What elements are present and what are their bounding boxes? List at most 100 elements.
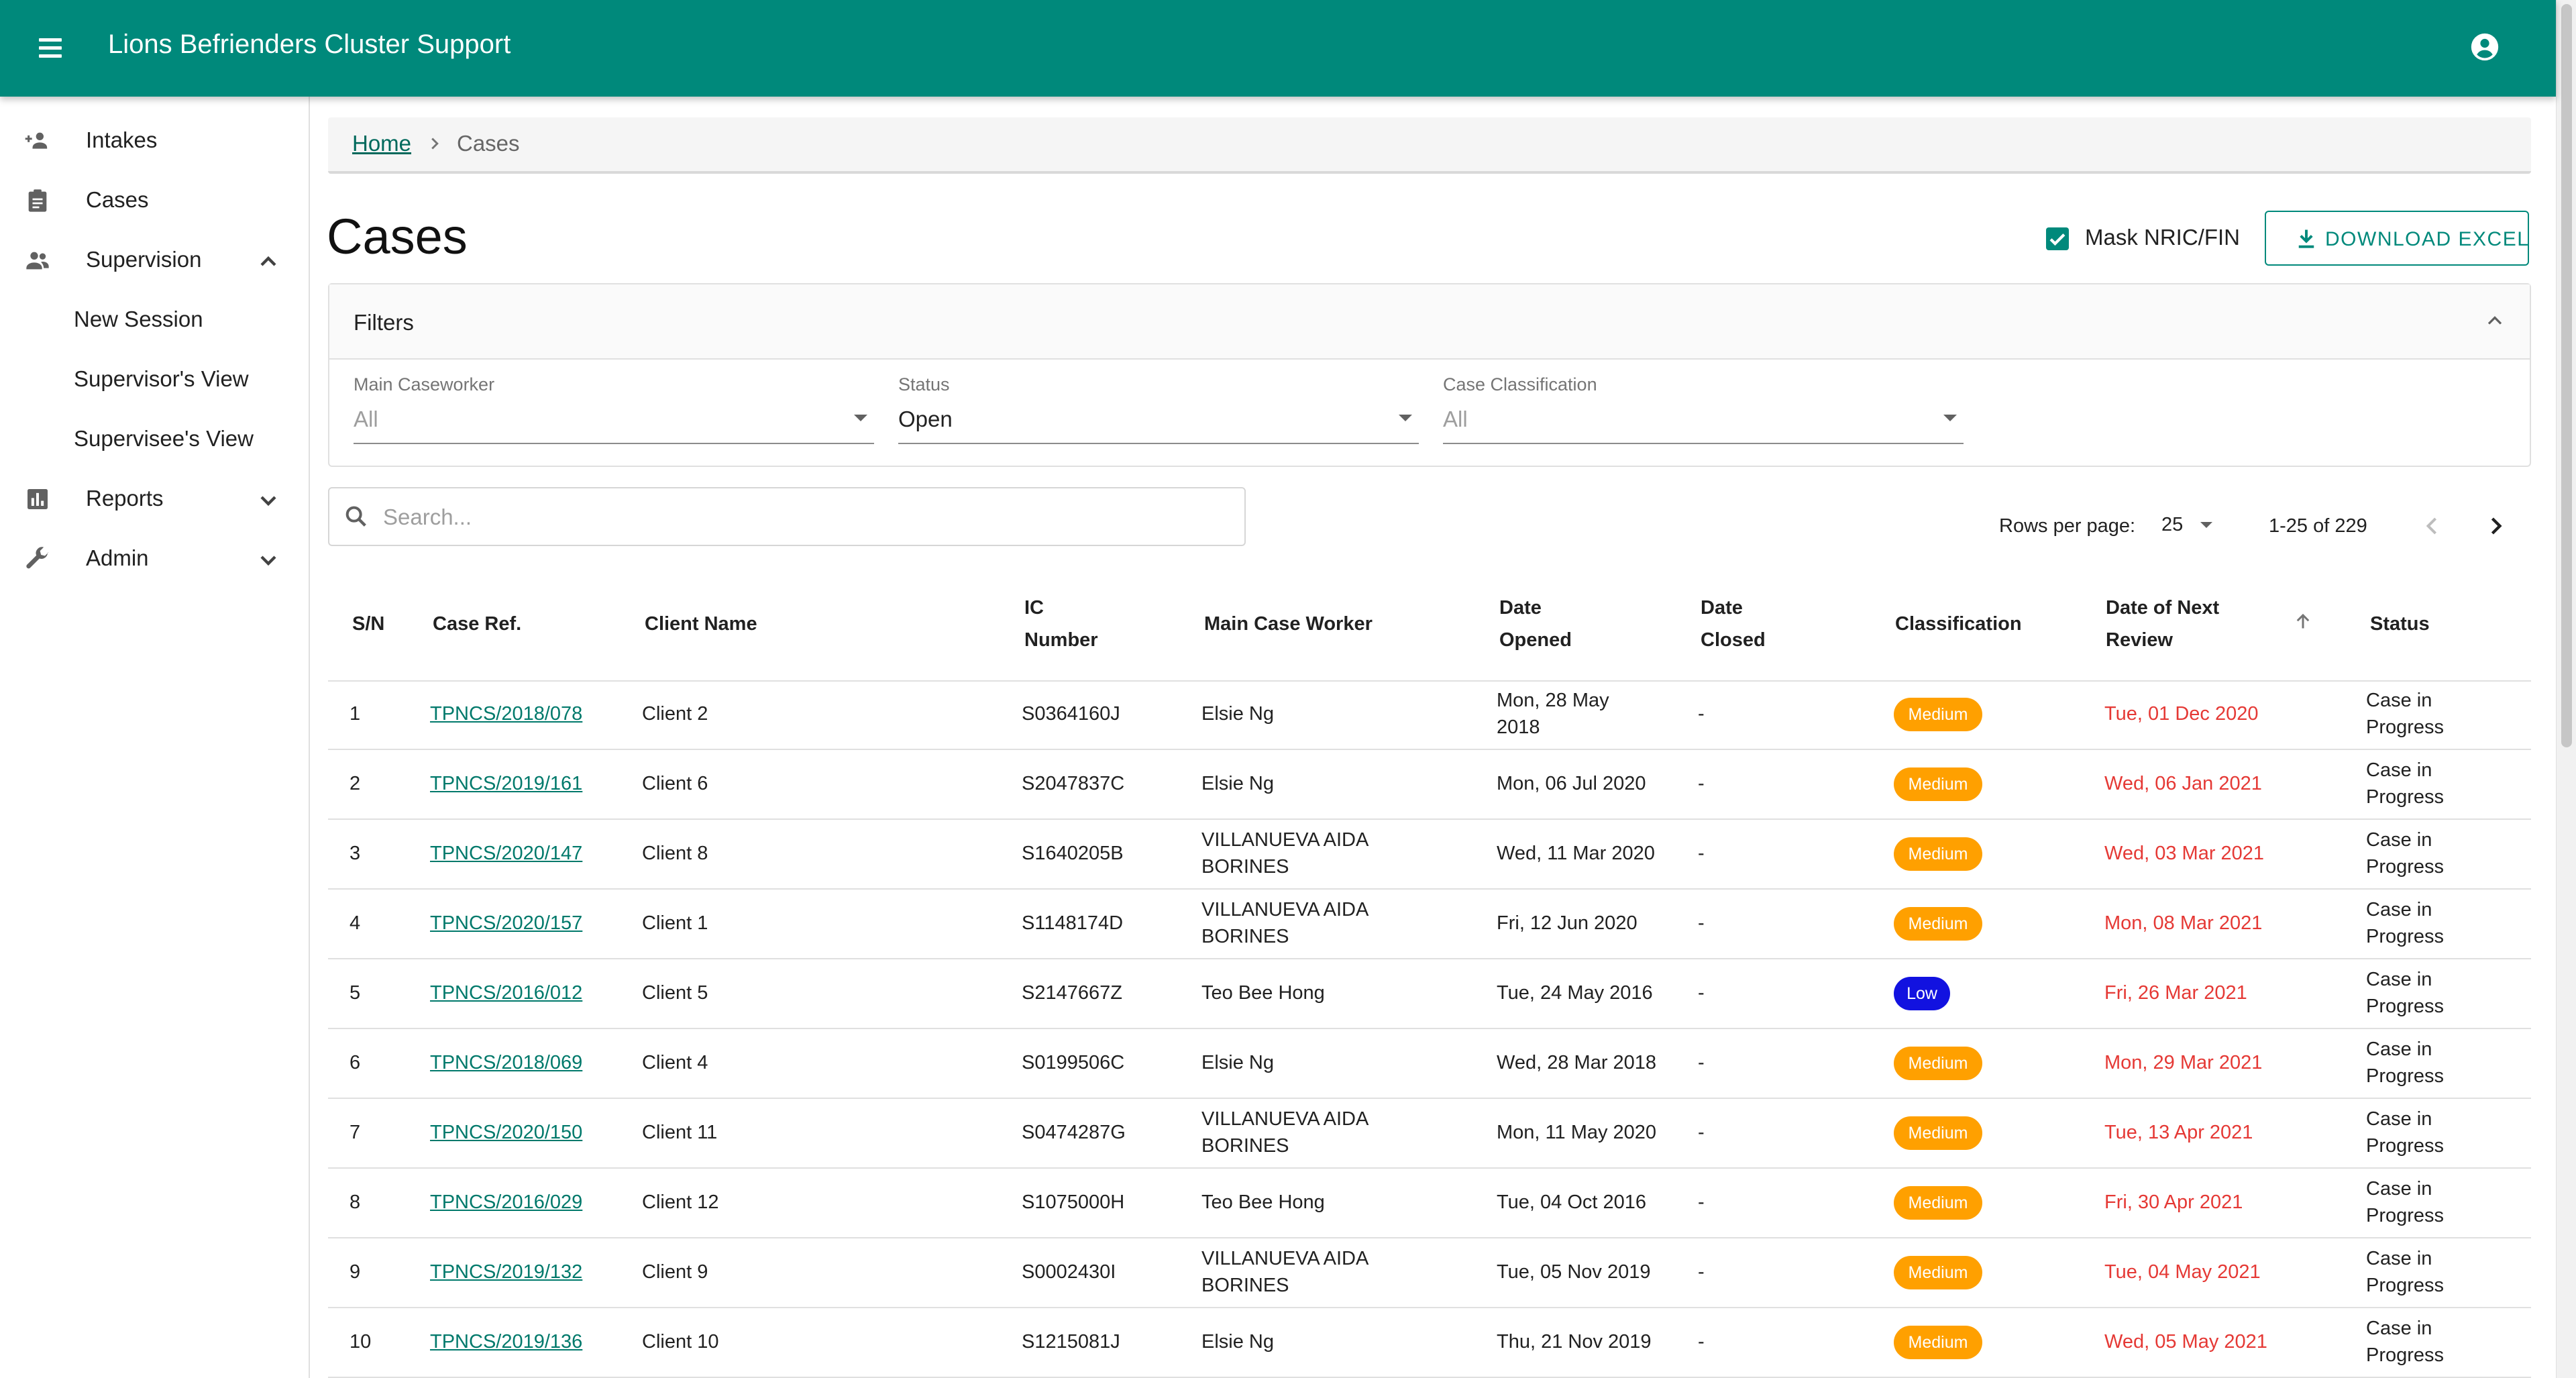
cell-date-next-review: Fri, 26 Mar 2021 [2104,982,2247,1004]
sidebar-item-intakes[interactable]: Intakes [0,113,309,169]
rows-per-page-label: Rows per page: [1999,515,2136,537]
download-excel-label: DOWNLOAD EXCEL [2325,228,2530,250]
sort-arrow-up-icon[interactable] [2291,609,2315,633]
sidebar-item-label: Reports [86,486,164,511]
cell-date-next-review: Fri, 30 Apr 2021 [2104,1191,2243,1213]
sidebar-item-label: Admin [86,545,149,570]
header-main-case-worker[interactable]: Main Case Worker [1204,608,1373,640]
person-add-icon [25,132,48,149]
table-row[interactable]: 4 TPNCS/2020/157 Client 1 S1148174D VILLANUE… [328,890,2531,959]
cell-main-case-worker: VILLANUEVA AIDA BORINES [1201,829,1368,878]
main-caseworker-select[interactable]: Main Caseworker All [354,372,874,444]
next-page-icon[interactable] [2481,511,2510,541]
cell-client-name: Client 8 [642,843,708,864]
chevron-up-icon[interactable] [2483,309,2507,333]
sidebar-item-reports[interactable]: Reports [0,471,309,527]
cell-status: Case in Progress [2366,969,2445,1017]
breadcrumb-home-link[interactable]: Home [352,131,411,156]
sidebar-item-supervisees-view[interactable]: Supervisee's View [0,411,309,468]
cell-client-name: Client 12 [642,1191,719,1213]
table-row[interactable]: 9 TPNCS/2019/132 Client 9 S0002430I VILLANUE… [328,1238,2531,1308]
case-ref-link[interactable]: TPNCS/2018/069 [430,1049,582,1076]
cell-date-closed: - [1698,703,1705,725]
classification-badge: Medium [1894,1326,1982,1359]
vertical-scrollbar[interactable] [2556,0,2576,1378]
search-input[interactable] [382,498,1230,537]
cell-main-case-worker: Elsie Ng [1201,773,1274,794]
case-ref-link[interactable]: TPNCS/2016/012 [430,979,582,1006]
header-status[interactable]: Status [2370,608,2430,640]
rows-per-page-select[interactable]: 25 [2159,510,2212,539]
cell-date-opened: Wed, 11 Mar 2020 [1497,843,1655,864]
cell-date-next-review: Wed, 03 Mar 2021 [2104,843,2265,864]
filters-panel: Filters Main Caseworker All Status Open … [328,283,2531,467]
table-row[interactable]: 5 TPNCS/2016/012 Client 5 S2147667Z Teo Bee … [328,959,2531,1029]
sidebar-item-supervisors-view[interactable]: Supervisor's View [0,352,309,408]
cell-main-case-worker: Teo Bee Hong [1201,982,1325,1004]
cell-client-name: Client 9 [642,1261,708,1283]
table-header: S/N Case Ref. Client Name IC Number Main… [328,569,2531,682]
cell-sn: 3 [350,843,361,864]
chevron-up-icon[interactable] [255,248,282,275]
header-date-opened[interactable]: Date Opened [1499,592,1572,656]
case-ref-link[interactable]: TPNCS/2019/132 [430,1259,582,1285]
checkbox-checked-icon[interactable] [2046,227,2069,250]
sidebar-item-label: Supervision [86,247,202,272]
case-ref-link[interactable]: TPNCS/2019/161 [430,770,582,797]
menu-icon[interactable] [35,32,67,64]
case-ref-link[interactable]: TPNCS/2020/157 [430,910,582,937]
pagination-range: 1-25 of 229 [2269,515,2367,537]
chevron-down-icon[interactable] [255,487,282,514]
cell-ic-number: S0474287G [1022,1122,1126,1143]
scrollbar-thumb[interactable] [2561,4,2572,747]
case-ref-link[interactable]: TPNCS/2020/150 [430,1119,582,1146]
case-ref-link[interactable]: TPNCS/2018/078 [430,700,582,727]
header-client-name[interactable]: Client Name [645,608,757,640]
case-classification-value: All [1443,407,1468,431]
classification-badge: Medium [1894,1186,1982,1220]
status-select[interactable]: Status Open [898,372,1419,444]
sidebar-item-label: Cases [86,187,149,212]
header-date-opened-line1: Date [1499,597,1542,619]
cell-client-name: Client 6 [642,773,708,794]
account-circle-icon[interactable] [2470,32,2500,62]
cell-sn: 9 [350,1261,361,1283]
cell-ic-number: S0199506C [1022,1052,1125,1073]
cell-sn: 4 [350,912,361,934]
table-row[interactable]: 6 TPNCS/2018/069 Client 4 S0199506C Elsie Ng… [328,1029,2531,1099]
cell-date-closed: - [1698,843,1705,864]
table-row[interactable]: 1 TPNCS/2018/078 Client 2 S0364160J Elsie Ng… [328,680,2531,750]
table-row[interactable]: 10 TPNCS/2019/136 Client 10 S1215081J Elsie … [328,1308,2531,1378]
sidebar-item-admin[interactable]: Admin [0,531,309,587]
header-ic-number[interactable]: IC Number [1024,592,1098,656]
breadcrumb: Home Cases [328,117,2531,174]
previous-page-icon[interactable] [2418,511,2447,541]
sidebar-item-cases[interactable]: Cases [0,172,309,229]
classification-badge: Medium [1894,1256,1982,1289]
case-classification-select[interactable]: Case Classification All [1443,372,1964,444]
sidebar-item-new-session[interactable]: New Session [0,292,309,348]
download-excel-button[interactable]: DOWNLOAD EXCEL [2265,211,2529,266]
table-row[interactable]: 3 TPNCS/2020/147 Client 8 S1640205B VILLANUE… [328,820,2531,890]
cell-status: Case in Progress [2366,899,2445,947]
sidebar-item-label: New Session [74,307,203,331]
cell-sn: 2 [350,773,361,794]
table-row[interactable]: 7 TPNCS/2020/150 Client 11 S0474287G VILLANU… [328,1099,2531,1169]
case-ref-link[interactable]: TPNCS/2020/147 [430,840,582,867]
cell-main-case-worker: Elsie Ng [1201,1052,1274,1073]
filters-header[interactable]: Filters [329,284,2530,360]
header-case-ref[interactable]: Case Ref. [433,608,521,640]
header-date-next-review[interactable]: Date of Next Review [2106,592,2219,656]
sidebar-item-supervision[interactable]: Supervision [0,232,309,288]
case-ref-link[interactable]: TPNCS/2019/136 [430,1328,582,1355]
table-row[interactable]: 2 TPNCS/2019/161 Client 6 S2047837C Elsie Ng… [328,750,2531,820]
header-sn: S/N [352,613,385,635]
case-ref-link[interactable]: TPNCS/2016/029 [430,1189,582,1216]
chevron-down-icon[interactable] [255,547,282,574]
header-date-closed[interactable]: Date Closed [1701,592,1766,656]
table-row[interactable]: 8 TPNCS/2016/029 Client 12 S1075000H Teo Bee… [328,1169,2531,1238]
people-icon [26,252,49,270]
header-classification[interactable]: Classification [1895,608,2022,640]
cell-ic-number: S1215081J [1022,1331,1120,1353]
cell-status: Case in Progress [2366,1039,2445,1087]
